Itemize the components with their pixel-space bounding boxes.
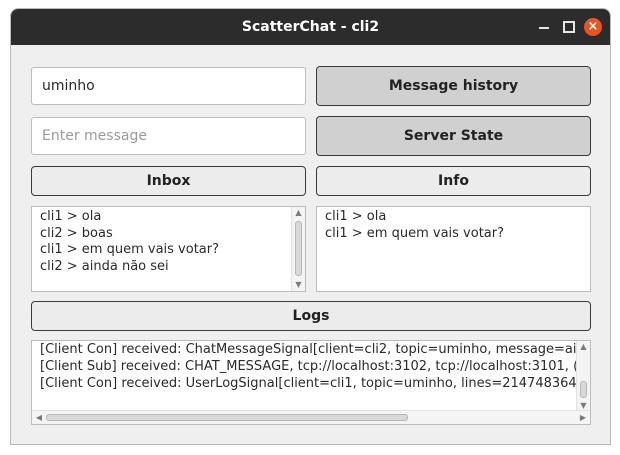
info-button[interactable]: Info — [316, 166, 591, 196]
message-history-button[interactable]: Message history — [316, 66, 591, 106]
inbox-textarea[interactable]: cli1 > ola cli2 > boas cli1 > em quem va… — [31, 206, 306, 292]
info-message: cli1 > ola — [325, 209, 387, 224]
info-textarea[interactable]: cli1 > ola cli1 > em quem vais votar? — [316, 206, 591, 292]
scroll-left-arrow-icon[interactable]: ◀ — [33, 411, 45, 424]
inbox-messages: cli1 > ola cli2 > boas cli1 > em quem va… — [40, 209, 219, 275]
title-bar[interactable]: ScatterChat - cli2 × — [11, 9, 610, 45]
message-input[interactable] — [31, 117, 306, 155]
server-state-button[interactable]: Server State — [316, 116, 591, 156]
app-window: ScatterChat - cli2 × Message history Ser… — [10, 8, 611, 445]
scroll-right-arrow-icon[interactable]: ▶ — [577, 411, 589, 424]
inbox-message: cli1 > ola — [40, 209, 102, 224]
topic-input[interactable] — [31, 67, 306, 105]
inbox-button[interactable]: Inbox — [31, 166, 306, 196]
scroll-up-arrow-icon[interactable]: ▲ — [292, 208, 305, 218]
log-line: [Client Sub] received: CHAT_MESSAGE, tcp… — [40, 359, 579, 374]
maximize-icon — [563, 21, 575, 33]
logs-lines: [Client Con] received: ChatMessageSignal… — [40, 341, 578, 392]
inbox-message: cli2 > boas — [40, 225, 113, 241]
close-button[interactable]: × — [578, 9, 608, 45]
window-title: ScatterChat - cli2 — [241, 19, 380, 35]
log-line: [Client Con] received: ChatMessageSignal… — [40, 342, 577, 357]
scroll-up-arrow-icon[interactable]: ▲ — [577, 342, 590, 352]
logs-button[interactable]: Logs — [31, 301, 591, 331]
info-message: cli1 > em quem vais votar? — [325, 225, 505, 241]
info-messages: cli1 > ola cli1 > em quem vais votar? — [325, 209, 504, 242]
logs-vscroll-thumb[interactable] — [580, 381, 587, 398]
minimize-icon — [539, 27, 549, 29]
logs-vertical-scrollbar[interactable]: ▲ ▼ — [576, 341, 590, 412]
logs-hscroll-thumb[interactable] — [46, 414, 408, 421]
inbox-message: cli1 > em quem vais votar? — [40, 242, 220, 257]
logs-textarea[interactable]: [Client Con] received: ChatMessageSignal… — [31, 340, 591, 425]
close-icon: × — [584, 18, 602, 36]
scroll-down-arrow-icon[interactable]: ▼ — [292, 280, 305, 290]
log-line: [Client Con] received: UserLogSignal[cli… — [40, 376, 577, 391]
inbox-vertical-scrollbar[interactable]: ▲ ▼ — [291, 207, 305, 291]
inbox-scroll-thumb[interactable] — [295, 221, 302, 276]
inbox-message: cli2 > ainda não sei — [40, 258, 169, 274]
logs-horizontal-scrollbar[interactable]: ◀ ▶ — [32, 410, 590, 424]
